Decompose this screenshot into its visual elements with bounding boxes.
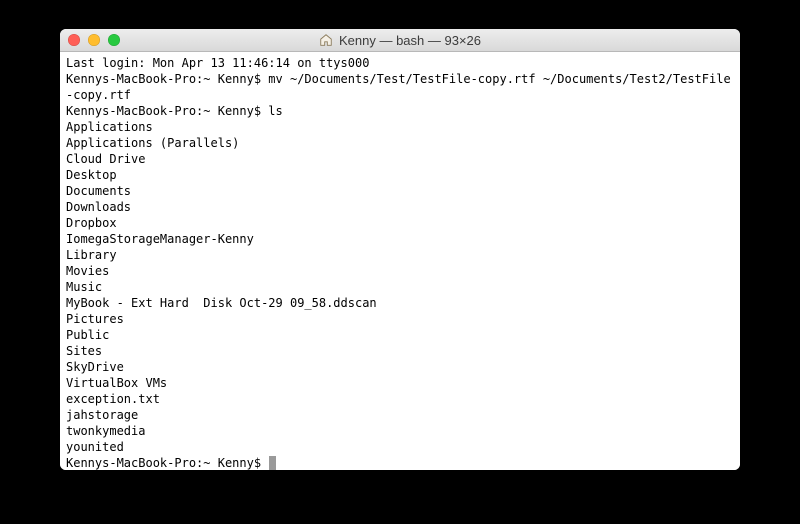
minimize-button[interactable] xyxy=(88,34,100,46)
maximize-button[interactable] xyxy=(108,34,120,46)
prompt-text: Kennys-MacBook-Pro:~ Kenny$ xyxy=(66,456,268,470)
command-line-ls: Kennys-MacBook-Pro:~ Kenny$ ls xyxy=(66,103,734,119)
ls-output-line: Downloads xyxy=(66,199,734,215)
close-button[interactable] xyxy=(68,34,80,46)
ls-output-line: Music xyxy=(66,279,734,295)
cursor xyxy=(269,456,276,470)
terminal-body[interactable]: Last login: Mon Apr 13 11:46:14 on ttys0… xyxy=(60,52,740,470)
home-icon xyxy=(319,33,333,47)
ls-output-line: Applications (Parallels) xyxy=(66,135,734,151)
ls-output-line: Library xyxy=(66,247,734,263)
ls-output-line: Desktop xyxy=(66,167,734,183)
ls-output-line: Pictures xyxy=(66,311,734,327)
last-login-line: Last login: Mon Apr 13 11:46:14 on ttys0… xyxy=(66,55,734,71)
ls-output-line: Dropbox xyxy=(66,215,734,231)
terminal-window: Kenny — bash — 93×26 Last login: Mon Apr… xyxy=(60,29,740,470)
window-title-wrap: Kenny — bash — 93×26 xyxy=(60,29,740,51)
ls-output-line: Documents xyxy=(66,183,734,199)
ls-output-line: Cloud Drive xyxy=(66,151,734,167)
ls-output-line: twonkymedia xyxy=(66,423,734,439)
ls-output-line: younited xyxy=(66,439,734,455)
ls-output-line: Applications xyxy=(66,119,734,135)
ls-output-line: VirtualBox VMs xyxy=(66,375,734,391)
prompt-line[interactable]: Kennys-MacBook-Pro:~ Kenny$ xyxy=(66,455,734,470)
window-title: Kenny — bash — 93×26 xyxy=(339,33,481,48)
titlebar[interactable]: Kenny — bash — 93×26 xyxy=(60,29,740,52)
ls-output-line: exception.txt xyxy=(66,391,734,407)
traffic-lights xyxy=(60,34,120,46)
ls-output-line: IomegaStorageManager-Kenny xyxy=(66,231,734,247)
ls-output-line: Public xyxy=(66,327,734,343)
ls-output-line: MyBook - Ext Hard Disk Oct-29 09_58.ddsc… xyxy=(66,295,734,311)
ls-output-line: jahstorage xyxy=(66,407,734,423)
ls-output-line: Movies xyxy=(66,263,734,279)
command-line-mv: Kennys-MacBook-Pro:~ Kenny$ mv ~/Documen… xyxy=(66,71,734,103)
ls-output-line: SkyDrive xyxy=(66,359,734,375)
ls-output-line: Sites xyxy=(66,343,734,359)
